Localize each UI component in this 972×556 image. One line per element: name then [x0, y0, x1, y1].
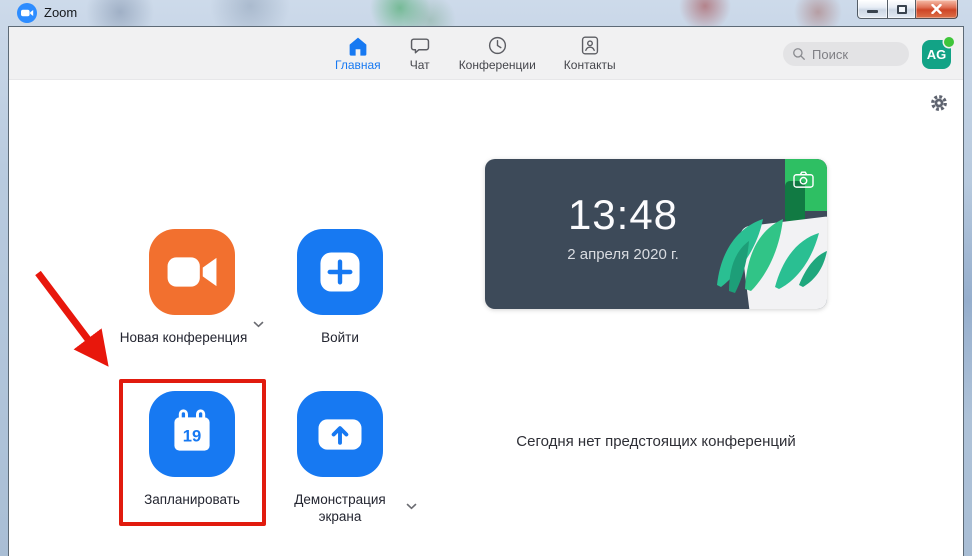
settings-button[interactable]: [929, 93, 949, 113]
clock-icon: [487, 34, 508, 56]
gear-icon: [929, 93, 949, 113]
close-button[interactable]: [916, 0, 958, 19]
minimize-button[interactable]: [857, 0, 887, 19]
zoom-logo-icon: [17, 3, 37, 23]
plant-leaves: [711, 185, 827, 297]
home-icon: [347, 34, 369, 56]
tab-chat-label: Чат: [410, 58, 430, 72]
window-controls: [857, 0, 958, 19]
join-label: Войти: [321, 330, 359, 347]
titlebar[interactable]: Zoom: [0, 0, 972, 26]
maximize-button[interactable]: [887, 0, 916, 19]
new-meeting-button[interactable]: Новая конференция: [107, 229, 277, 347]
share-screen-icon: [297, 391, 383, 477]
tab-meetings[interactable]: Конференции: [459, 34, 536, 72]
schedule-label: Запланировать: [144, 492, 240, 509]
close-icon: [931, 4, 942, 14]
nav-tabs: Главная Чат Конференции: [335, 34, 616, 72]
tab-chat[interactable]: Чат: [409, 34, 431, 72]
maximize-icon: [897, 5, 907, 14]
search-icon: [792, 47, 806, 61]
tab-meetings-label: Конференции: [459, 58, 536, 72]
clock-card: 13:48 2 апреля 2020 г.: [485, 159, 827, 309]
search-placeholder: Поиск: [812, 47, 848, 62]
join-button[interactable]: Войти: [255, 229, 425, 347]
search-input[interactable]: Поиск: [783, 42, 909, 66]
tab-home[interactable]: Главная: [335, 34, 381, 72]
new-meeting-label: Новая конференция: [120, 330, 248, 347]
avatar-initials: AG: [927, 47, 947, 62]
share-screen-dropdown[interactable]: [406, 497, 417, 515]
tab-contacts-label: Контакты: [564, 58, 616, 72]
plus-icon: [297, 229, 383, 315]
tab-contacts[interactable]: Контакты: [564, 34, 616, 72]
no-meetings-message: Сегодня нет предстоящих конференций: [485, 433, 827, 450]
online-status-dot: [944, 37, 954, 47]
video-camera-icon: [149, 229, 235, 315]
desktop-background: Zoom Главная: [0, 0, 972, 556]
minimize-icon: [867, 10, 878, 13]
window-title: Zoom: [44, 5, 77, 20]
camera-icon[interactable]: [792, 170, 815, 194]
calendar-day: 19: [183, 426, 201, 445]
tab-home-label: Главная: [335, 58, 381, 72]
avatar[interactable]: AG: [922, 40, 951, 69]
calendar-icon: 19: [149, 391, 235, 477]
chat-icon: [409, 34, 431, 56]
share-screen-label: Демонстрация экрана: [280, 492, 400, 526]
contacts-icon: [580, 34, 600, 56]
share-screen-button[interactable]: Демонстрация экрана: [255, 391, 425, 526]
chevron-down-icon: [406, 503, 417, 510]
header-bar: Главная Чат Конференции: [9, 27, 963, 80]
zoom-window: Главная Чат Конференции: [8, 26, 964, 556]
schedule-button[interactable]: 19 Запланировать: [107, 391, 277, 509]
